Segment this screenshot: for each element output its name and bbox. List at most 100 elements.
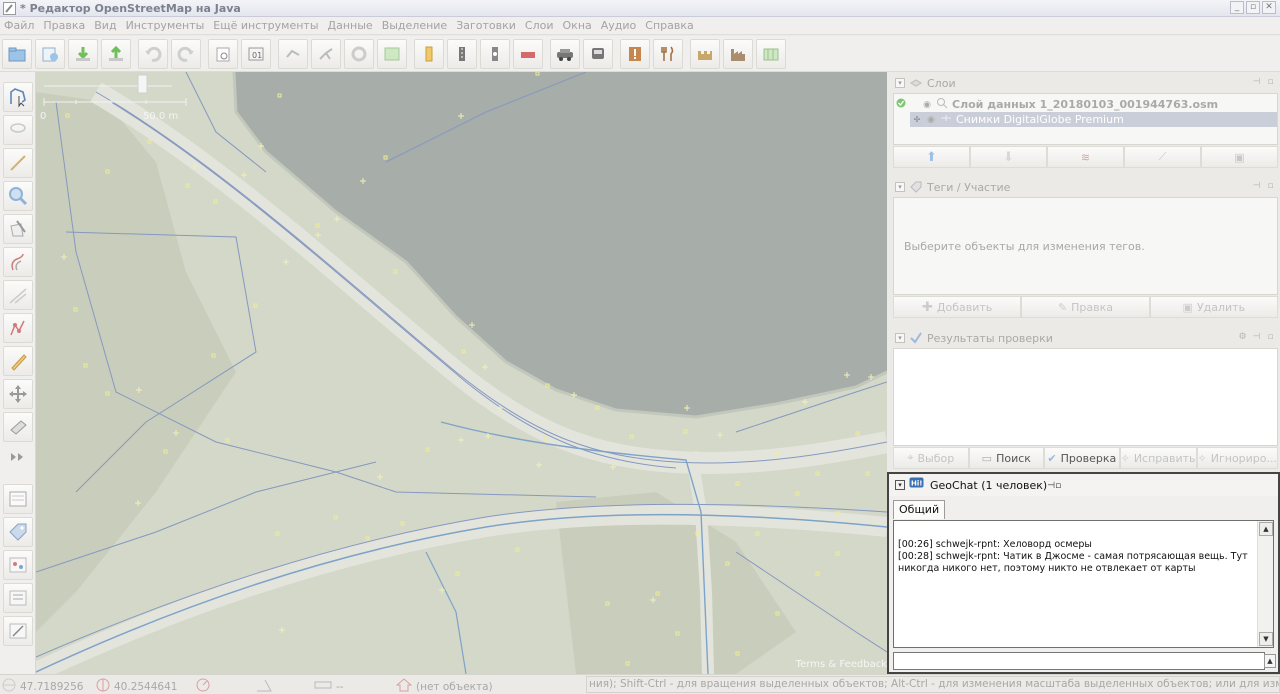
move-layer-up-button[interactable]: ⬆ [893, 146, 970, 168]
move-icon[interactable] [3, 379, 33, 409]
factory-icon[interactable] [723, 38, 753, 69]
layer-row-data[interactable]: ◉ Слой данных 1_20180103_001944763.osm [894, 97, 1277, 112]
split-icon[interactable] [3, 313, 33, 343]
castle-icon[interactable] [690, 38, 720, 69]
map-tile-icon[interactable] [756, 38, 786, 69]
menu-file[interactable]: Файл [4, 19, 34, 32]
visibility-icon[interactable]: ◉ [924, 115, 938, 125]
edit-tag-button[interactable]: ✎ Правка [1021, 296, 1150, 318]
pin-icon[interactable]: ⊣ [1047, 481, 1055, 491]
redo-icon[interactable] [171, 38, 201, 69]
more-icon[interactable] [3, 442, 33, 472]
download-icon[interactable] [68, 38, 98, 69]
menu-data[interactable]: Данные [328, 19, 373, 32]
tab-general[interactable]: Общий [893, 500, 946, 519]
menu-edit[interactable]: Правка [43, 19, 85, 32]
minimize-button[interactable]: _ [1230, 1, 1244, 14]
close-panel-icon[interactable]: ▫ [1055, 481, 1061, 491]
menu-more-tools[interactable]: Ещё инструменты [213, 19, 318, 32]
chat-scrollbar[interactable]: ▲ ▼ [1257, 521, 1273, 647]
close-panel-icon[interactable]: ▫ [1265, 332, 1276, 343]
map-attribution[interactable]: Terms & Feedback [796, 659, 887, 670]
menu-layers[interactable]: Слои [525, 19, 554, 32]
menu-view[interactable]: Вид [94, 19, 116, 32]
pin-icon[interactable]: ⊣ [1251, 181, 1262, 192]
merge-icon[interactable] [311, 38, 341, 69]
warning-icon[interactable] [620, 38, 650, 69]
collapse-icon[interactable]: ▾ [895, 182, 905, 192]
toggle-panel-icon[interactable] [3, 484, 33, 514]
delete-tag-button[interactable]: ▣ Удалить [1149, 296, 1278, 318]
menu-selection[interactable]: Выделение [382, 19, 448, 32]
menu-windows[interactable]: Окна [563, 19, 592, 32]
move-layer-down-button[interactable]: ⬇ [970, 146, 1047, 168]
traffic-light-icon[interactable] [414, 38, 444, 69]
pin-icon[interactable]: ⊣ [1251, 77, 1262, 88]
chat-message-input[interactable] [893, 652, 1265, 670]
pin-icon[interactable]: ⊣ [1251, 332, 1262, 343]
layer-row-imagery[interactable]: ✢ ◉ Снимки DigitalGlobe Premium [910, 112, 1277, 127]
duplicate-layer-button[interactable]: ⟋ [1124, 146, 1201, 168]
map-canvas[interactable] [36, 72, 887, 674]
close-panel-icon[interactable]: ▫ [1265, 181, 1276, 192]
resize-icon[interactable]: ▲ [1264, 654, 1276, 668]
zoom-to-selection-icon[interactable] [278, 38, 308, 69]
menu-presets[interactable]: Заготовки [456, 19, 516, 32]
select-button[interactable]: ⌖ Выбор [893, 447, 969, 469]
map-view[interactable]: 0 50.0 m Terms & Feedback [36, 72, 887, 674]
bus-icon[interactable] [583, 38, 613, 69]
buildings-icon[interactable] [3, 412, 33, 442]
status-bar: 47.7189256 40.2544641 -- (нет объекта) н… [0, 674, 1280, 694]
validate-icon[interactable] [377, 38, 407, 69]
barrier-icon[interactable] [513, 38, 543, 69]
merge-layers-button[interactable]: ≋ [1047, 146, 1124, 168]
validate-button[interactable]: ✔ Проверка [1044, 447, 1120, 469]
fix-button[interactable]: ✧ Исправить [1119, 447, 1197, 469]
menu-help[interactable]: Справка [645, 19, 693, 32]
draw-icon[interactable] [3, 148, 33, 178]
ruler-icon[interactable] [3, 616, 33, 646]
menu-audio[interactable]: Аудио [601, 19, 637, 32]
maximize-button[interactable]: ▫ [1246, 1, 1260, 14]
collapse-icon[interactable]: ▾ [895, 480, 905, 490]
improve-way-icon[interactable] [3, 280, 33, 310]
collapse-icon[interactable]: ▾ [895, 333, 905, 343]
road-icon[interactable] [447, 38, 477, 69]
svg-text:Hi!: Hi! [911, 480, 922, 488]
chat-history[interactable]: [00:26] schwejk-rpnt: Хеловорд осмеры [0… [893, 520, 1274, 648]
delete-layer-button[interactable]: ▣ [1201, 146, 1278, 168]
car-icon[interactable] [550, 38, 580, 69]
ignore-button[interactable]: ✧ Игнориро... [1196, 447, 1279, 469]
select-icon[interactable] [3, 82, 33, 112]
zoom-icon[interactable] [3, 181, 33, 211]
tag-icon[interactable] [3, 517, 33, 547]
open-location-icon[interactable] [35, 38, 65, 69]
scroll-up-icon[interactable]: ▲ [1259, 522, 1273, 536]
collapse-icon[interactable]: ▾ [895, 78, 905, 88]
search-button[interactable]: ▭ Поиск [968, 447, 1045, 469]
undo-icon[interactable] [138, 38, 168, 69]
filter-icon[interactable] [3, 583, 33, 613]
pencil-icon[interactable] [3, 346, 33, 376]
delete-icon[interactable] [3, 214, 33, 244]
zoom-slider-handle[interactable] [137, 74, 148, 94]
lasso-icon[interactable] [3, 115, 33, 145]
settings-icon[interactable]: ⚙ [1237, 332, 1248, 343]
parallel-icon[interactable] [3, 247, 33, 277]
close-panel-icon[interactable]: ▫ [1265, 77, 1276, 88]
refresh-icon[interactable] [344, 38, 374, 69]
save-as-icon[interactable]: 01 [241, 38, 271, 69]
layer-name[interactable]: Слой данных 1_20180103_001944763.osm [952, 98, 1218, 111]
preferences-icon[interactable] [208, 38, 238, 69]
layer-name[interactable]: Снимки DigitalGlobe Premium [956, 113, 1124, 126]
upload-icon[interactable] [101, 38, 131, 69]
add-tag-button[interactable]: ✚ Добавить [893, 296, 1022, 318]
open-file-icon[interactable] [2, 38, 32, 69]
traffic-signal-icon[interactable] [480, 38, 510, 69]
close-button[interactable]: ✕ [1262, 1, 1276, 14]
restaurant-icon[interactable] [653, 38, 683, 69]
visibility-icon[interactable]: ◉ [920, 100, 934, 110]
validator-icon[interactable] [3, 550, 33, 580]
menu-tools[interactable]: Инструменты [126, 19, 205, 32]
scroll-down-icon[interactable]: ▼ [1259, 632, 1273, 646]
